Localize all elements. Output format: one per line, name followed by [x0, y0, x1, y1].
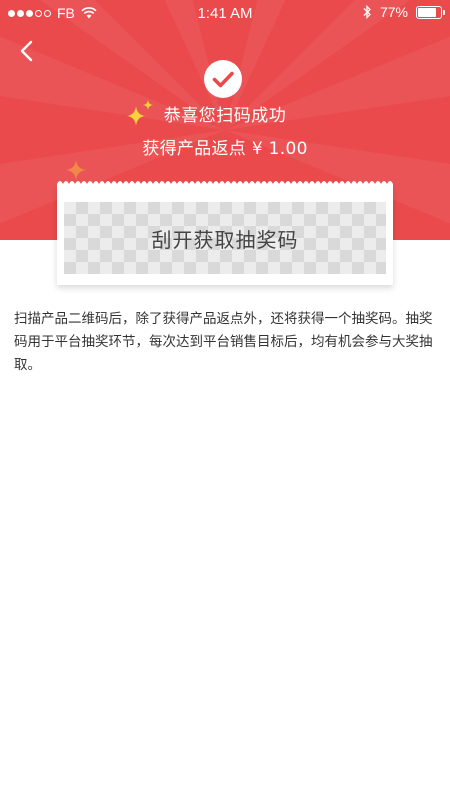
bluetooth-icon [363, 5, 371, 19]
ticket-scalloped-edge [57, 181, 393, 190]
rebate-amount: 获得产品返点 ¥ 1.00 [142, 139, 308, 159]
battery-percent: 77% [379, 4, 408, 20]
lottery-description: 扫描产品二维码后，除了获得产品返点外，还将获得一个抽奖码。抽奖码用于平台抽奖环节… [14, 311, 433, 373]
check-circle-icon [204, 60, 242, 98]
battery-level [418, 7, 437, 17]
status-right: 77% [363, 4, 445, 20]
scratch-label: 刮开获取抽奖码 [151, 227, 299, 252]
scratch-card[interactable]: 刮开获取抽奖码 [64, 202, 386, 274]
success-title: 恭喜您扫码成功 [163, 106, 287, 126]
chevron-left-icon [20, 40, 33, 62]
sparkle-icon [66, 160, 86, 180]
status-bar: FB 1:41 AM 77% [0, 0, 450, 28]
back-button[interactable] [10, 34, 44, 68]
battery-icon [416, 5, 445, 19]
